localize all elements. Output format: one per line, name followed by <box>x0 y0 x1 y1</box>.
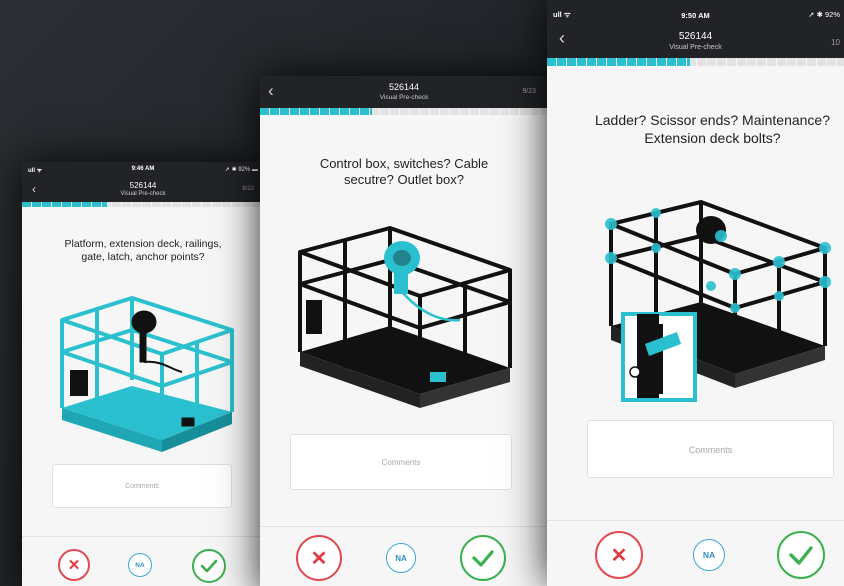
comments-input[interactable]: Comments <box>52 464 232 508</box>
answer-no-button[interactable]: ✕ <box>58 549 90 581</box>
step-counter: 10 <box>831 38 840 47</box>
comments-placeholder: Comments <box>381 458 421 467</box>
phone-screen-3: ull ᯤ 9:50 AM ➚ ✱ 92% ‹ 526144 Visual Pr… <box>547 0 844 586</box>
status-bar: ull ᯤ 9:46 AM ➚ ✱ 92% ▬ <box>22 162 264 178</box>
question-text: Platform, extension deck, railings, gate… <box>64 238 222 264</box>
answer-bar: ✕ NA <box>547 520 844 586</box>
question-text: Control box, switches? Cable secutre? Ou… <box>319 156 489 188</box>
close-icon: ✕ <box>310 547 328 570</box>
nav-bar: ‹ 526144 Visual Pre-check 9/23 <box>260 76 548 108</box>
status-time: 9:50 AM <box>681 11 710 20</box>
answer-na-button[interactable]: NA <box>128 553 152 577</box>
answer-bar: ✕ NA <box>22 536 264 586</box>
comments-placeholder: Comments <box>125 483 159 490</box>
answer-yes-button[interactable] <box>192 549 226 583</box>
nav-subtitle: Visual Pre-check <box>669 44 722 51</box>
nav-bar: ‹ 526144 Visual Pre-check 8/23 <box>22 178 264 202</box>
check-icon <box>472 550 494 567</box>
answer-yes-button[interactable] <box>460 535 506 581</box>
nav-bar: ‹ 526144 Visual Pre-check 10 <box>547 24 844 58</box>
progress-bar <box>260 108 548 115</box>
answer-na-button[interactable]: NA <box>386 543 416 573</box>
status-bar: ull ᯤ 9:50 AM ➚ ✱ 92% <box>547 0 844 24</box>
nav-subtitle: Visual Pre-check <box>379 94 429 101</box>
platform-illustration <box>60 296 234 452</box>
comments-placeholder: Comments <box>688 445 733 455</box>
nav-title: 526144 <box>678 31 713 42</box>
ladder-illustration <box>605 200 831 402</box>
answer-no-button[interactable]: ✕ <box>595 531 643 579</box>
question-text: Ladder? Scissor ends? Maintenance? Exten… <box>594 112 831 146</box>
control-box-illustration <box>298 226 512 408</box>
progress-bar <box>22 202 264 207</box>
answer-na-button[interactable]: NA <box>693 539 725 571</box>
check-icon <box>789 546 813 565</box>
progress-bar <box>547 58 844 66</box>
step-counter: 9/23 <box>522 88 536 95</box>
battery-indicator: ➚ ✱ 92% <box>808 10 840 19</box>
step-counter: 8/23 <box>242 186 254 192</box>
nav-title: 526144 <box>129 181 157 190</box>
answer-yes-button[interactable] <box>777 531 825 579</box>
nav-subtitle: Visual Pre-check <box>120 191 166 197</box>
phone-screen-2: ‹ 526144 Visual Pre-check 9/23 Control b… <box>260 76 548 586</box>
close-icon: ✕ <box>67 557 81 574</box>
comments-input[interactable]: Comments <box>587 420 834 478</box>
check-icon <box>200 559 218 573</box>
answer-bar: ✕ NA <box>260 526 548 586</box>
close-icon: ✕ <box>610 544 628 567</box>
phone-screen-1: ull ᯤ 9:46 AM ➚ ✱ 92% ▬ ‹ 526144 Visual … <box>22 162 264 586</box>
battery-indicator: ➚ ✱ 92% ▬ <box>224 167 258 173</box>
nav-title: 526144 <box>388 82 420 92</box>
comments-input[interactable]: Comments <box>290 434 512 490</box>
answer-no-button[interactable]: ✕ <box>296 535 342 581</box>
